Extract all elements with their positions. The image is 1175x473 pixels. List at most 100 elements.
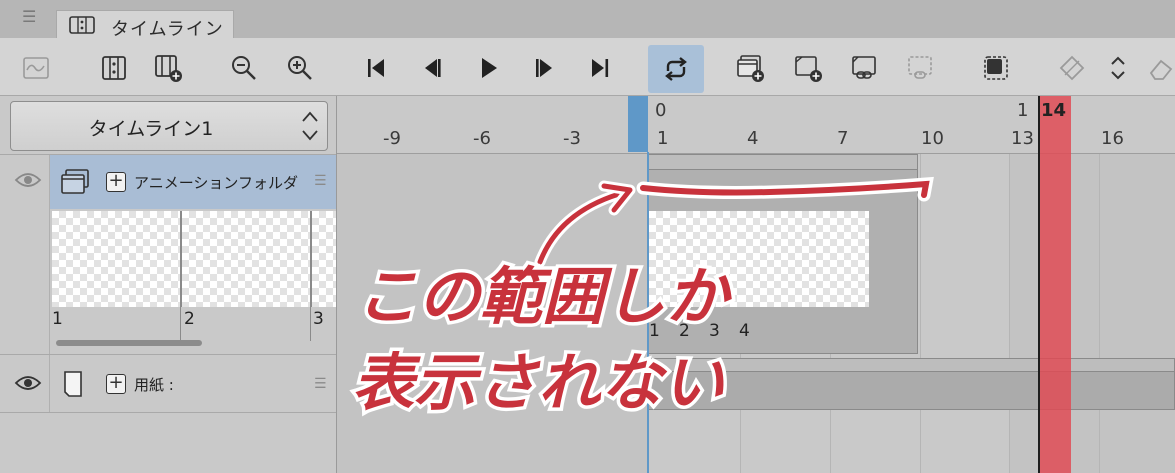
loop-icon xyxy=(665,57,687,81)
expand-layer-button[interactable]: + xyxy=(106,374,126,394)
timeline-icon xyxy=(69,16,95,34)
go-to-end-button[interactable] xyxy=(580,48,620,88)
keyframe-interpolation-button[interactable] xyxy=(1098,48,1138,88)
layer-name: 用紙 : xyxy=(134,376,174,394)
timeline-select-value: タイムライン1 xyxy=(88,118,214,140)
unlink-cel-button[interactable] xyxy=(900,48,940,88)
keyframe-button[interactable] xyxy=(1052,48,1092,88)
timeline-icon xyxy=(102,56,126,80)
drag-handle-icon[interactable]: ☰ xyxy=(314,377,328,391)
paper-icon xyxy=(64,371,82,397)
empty-layer-area xyxy=(0,412,336,473)
cel-thumbnail[interactable] xyxy=(312,211,336,307)
ruler-tick: -3 xyxy=(563,128,581,149)
ruler-tick: -6 xyxy=(473,128,491,149)
play-icon xyxy=(482,58,497,78)
gridline xyxy=(1099,154,1100,473)
gridline xyxy=(1009,154,1010,473)
skip-end-icon xyxy=(592,59,609,77)
camera-work-button[interactable] xyxy=(976,48,1016,88)
cel-number: 2 xyxy=(184,309,195,329)
cel-link-icon xyxy=(852,56,876,79)
track-range-bar[interactable] xyxy=(649,155,917,170)
new-animation-folder-button[interactable] xyxy=(730,48,770,88)
divider xyxy=(310,307,311,341)
layer-mask-icon xyxy=(984,56,1008,80)
ruler-tick: 1 xyxy=(657,128,669,149)
layer-row-paper[interactable]: + 用紙 : ☰ xyxy=(0,354,336,413)
link-cel-button[interactable] xyxy=(844,48,884,88)
ruler-tick: -9 xyxy=(383,128,401,149)
playback-start-line xyxy=(647,152,649,473)
tab-timeline[interactable]: タイムライン xyxy=(56,10,234,40)
previous-frame-button[interactable] xyxy=(412,48,452,88)
animation-folder-track[interactable]: 1 2 3 4 xyxy=(648,154,918,354)
divider xyxy=(180,307,181,341)
ruler-tick: 7 xyxy=(837,128,849,149)
animation-folder-icon xyxy=(61,169,89,194)
zoom-out-button[interactable] xyxy=(224,48,264,88)
layer-row-animation-folder[interactable]: + アニメーションフォルダ ☰ 1 2 3 xyxy=(0,154,336,355)
timeline-select[interactable]: タイムライン1 xyxy=(10,101,328,151)
eye-icon[interactable] xyxy=(14,170,42,190)
cel-number: 1 xyxy=(649,321,660,341)
next-frame-button[interactable] xyxy=(524,48,564,88)
cel-number: 2 xyxy=(679,321,690,341)
animation-folder-add-icon xyxy=(737,55,764,82)
wave-icon xyxy=(23,57,49,79)
playhead[interactable] xyxy=(1038,96,1071,473)
new-timeline-button[interactable] xyxy=(94,48,134,88)
add-timeline-button[interactable] xyxy=(148,48,188,88)
ruler-tick: 10 xyxy=(921,128,944,149)
expand-folder-button[interactable]: + xyxy=(106,172,126,192)
cel-frame[interactable] xyxy=(709,211,741,307)
go-to-start-button[interactable] xyxy=(356,48,396,88)
layer-name: アニメーションフォルダ xyxy=(134,174,298,192)
timeline-add-icon xyxy=(155,55,182,82)
eye-icon[interactable] xyxy=(14,373,42,393)
cel-unlink-icon xyxy=(908,56,932,79)
zoom-in-button[interactable] xyxy=(280,48,320,88)
drag-handle-icon[interactable]: ☰ xyxy=(314,174,328,188)
delete-keyframe-button[interactable] xyxy=(1140,48,1175,88)
zoom-in-icon xyxy=(288,56,312,80)
eraser-icon xyxy=(1149,59,1173,80)
chevron-up-down-icon xyxy=(302,111,318,141)
keyframe-icon xyxy=(1059,55,1085,81)
ruler-tick: 16 xyxy=(1101,128,1124,149)
step-back-icon xyxy=(425,59,441,77)
cel-thumbnail[interactable] xyxy=(52,211,182,307)
cel-number: 3 xyxy=(313,309,324,329)
playback-start-marker[interactable] xyxy=(628,96,648,152)
gridline xyxy=(920,154,921,473)
cel-add-icon xyxy=(795,56,822,82)
current-frame: 14 xyxy=(1041,100,1067,121)
new-cel-button[interactable] xyxy=(788,48,828,88)
loop-playback-button[interactable] xyxy=(648,45,704,93)
layer-panel: タイムライン1 + アニメーションフォルダ ☰ 1 2 3 + 用紙 : ☰ xyxy=(0,96,336,473)
cel-number: 4 xyxy=(739,321,750,341)
zoom-out-icon xyxy=(232,56,256,80)
play-button[interactable] xyxy=(468,48,508,88)
cel-frame[interactable] xyxy=(679,211,711,307)
cel-frame[interactable] xyxy=(739,211,869,307)
cel-number: 1 xyxy=(52,309,63,329)
ruler-tick: 4 xyxy=(747,128,759,149)
paper-track[interactable] xyxy=(648,358,1175,410)
cel-thumbnails xyxy=(52,211,336,307)
ruler-label: 0 xyxy=(655,100,667,121)
step-forward-icon xyxy=(536,59,552,77)
menu-icon[interactable]: ☰ xyxy=(22,9,38,25)
skip-start-icon xyxy=(368,59,384,77)
thumbnail-scrollbar[interactable] xyxy=(56,340,202,346)
ruler-label: 1 xyxy=(1017,100,1029,121)
chevron-up-down-icon xyxy=(1111,56,1125,80)
cel-frame[interactable] xyxy=(649,211,681,307)
toolbar xyxy=(0,38,1175,96)
onion-skin-button[interactable] xyxy=(16,48,56,88)
cel-thumbnail[interactable] xyxy=(182,211,312,307)
cel-number: 3 xyxy=(709,321,720,341)
playhead-line xyxy=(1038,96,1040,473)
ruler-tick: 13 xyxy=(1011,128,1034,149)
track-range-bar[interactable] xyxy=(649,359,1174,372)
